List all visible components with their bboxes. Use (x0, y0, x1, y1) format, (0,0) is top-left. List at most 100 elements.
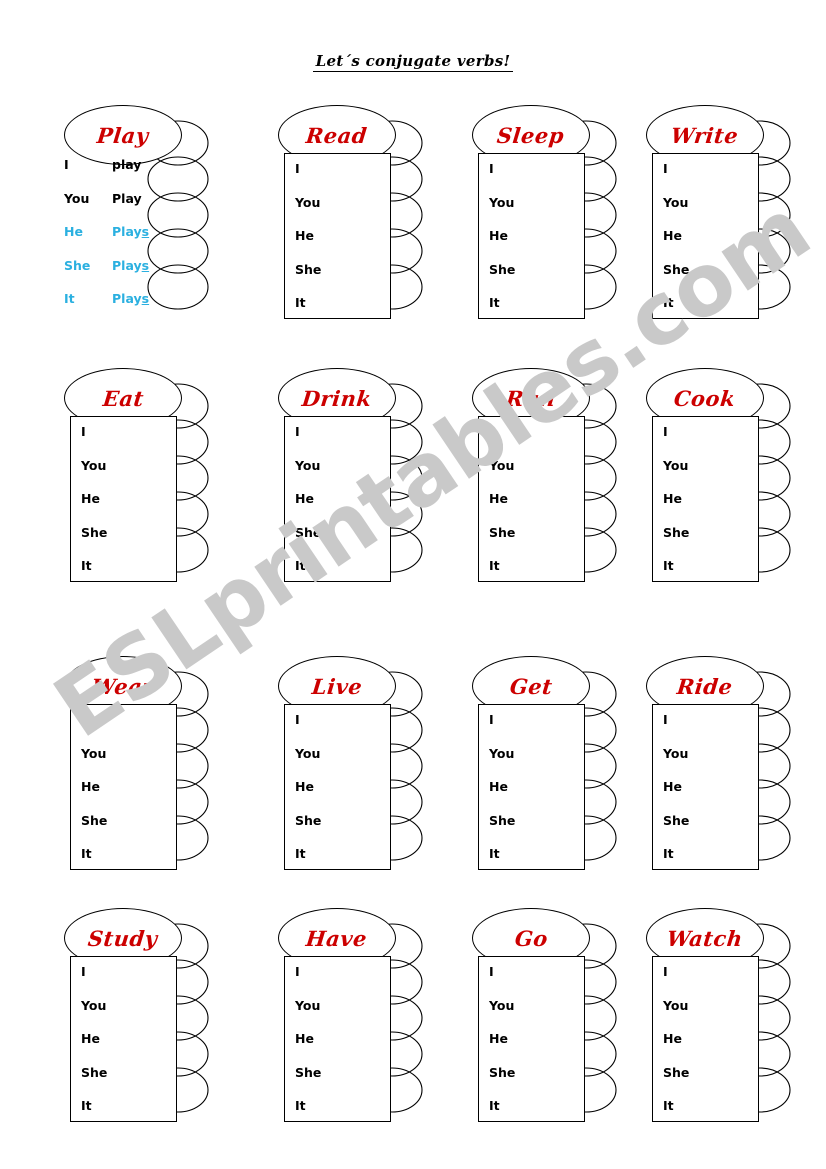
example-answer: Plays (112, 291, 150, 306)
pronoun-row: You (489, 745, 515, 761)
verb-label: Wear (90, 673, 156, 699)
conjugation-box[interactable]: I You He She It (652, 416, 759, 582)
verb-card-write: Write I You He She It (640, 105, 826, 355)
conjugation-box[interactable]: I You He She It (284, 153, 391, 319)
pronoun-row: I (295, 964, 300, 979)
pronoun-row: I (81, 964, 86, 979)
pronoun-row: She (663, 524, 690, 540)
pronoun-row: He (489, 779, 508, 794)
pronoun-row: It (489, 846, 500, 861)
pronoun-row: She (489, 261, 516, 277)
pronoun-row: I (663, 424, 668, 439)
conjugation-box[interactable]: I You He She It (652, 153, 759, 319)
pronoun-row: She (663, 812, 690, 828)
pronoun-row: You (295, 194, 321, 210)
conjugation-box[interactable]: I You He She It (478, 956, 585, 1122)
pronoun-row: She (663, 1064, 690, 1080)
verb-card-wear: Wear I You He She It (58, 656, 258, 906)
pronoun-row: It (295, 295, 306, 310)
pronoun-row: It (663, 295, 674, 310)
verb-card-live: Live I You He She It (272, 656, 472, 906)
verb-card-read: Read I You He She It (272, 105, 472, 355)
pronoun-row: He (489, 491, 508, 506)
pronoun-row: He (295, 491, 314, 506)
pronoun-row: She (295, 812, 322, 828)
pronoun-row: It (663, 558, 674, 573)
verb-label: Watch (665, 925, 745, 951)
example-pronoun: She (64, 257, 91, 273)
conjugation-box[interactable]: I You He She It (652, 956, 759, 1122)
pronoun-row: I (81, 424, 86, 439)
verb-label: Eat (101, 385, 145, 411)
verb-card-grid: Play Iplay You Play He Plays She Plays It Plays Re… (0, 0, 826, 1169)
verb-card-play: Play Iplay You Play He Plays She Plays It Plays (58, 105, 258, 355)
verb-card-cook: Cook I You He She It (640, 368, 826, 618)
pronoun-row: It (295, 558, 306, 573)
pronoun-row: She (295, 1064, 322, 1080)
pronoun-row: It (295, 1098, 306, 1113)
pronoun-row: He (489, 1031, 508, 1046)
example-answer: Plays (112, 224, 150, 239)
example-pronoun: I (64, 157, 69, 172)
pronoun-row: I (295, 712, 300, 727)
conjugation-box[interactable]: I You He She It (70, 956, 177, 1122)
verb-label: Study (86, 925, 160, 951)
pronoun-row: It (663, 846, 674, 861)
pronoun-row: I (489, 161, 494, 176)
pronoun-row: He (663, 779, 682, 794)
verb-card-watch: Watch I You He She It (640, 908, 826, 1158)
example-row: You Play (64, 190, 194, 227)
example-row: Iplay (64, 157, 194, 193)
pronoun-row: He (663, 228, 682, 243)
conjugation-box[interactable]: I You He She It (284, 956, 391, 1122)
pronoun-row: You (663, 745, 689, 761)
pronoun-row: You (295, 997, 321, 1013)
pronoun-row: She (81, 524, 108, 540)
pronoun-row: You (663, 997, 689, 1013)
verb-label: Ride (675, 673, 735, 699)
pronoun-row: She (663, 261, 690, 277)
pronoun-row: You (295, 457, 321, 473)
pronoun-row: You (489, 194, 515, 210)
pronoun-row: I (663, 161, 668, 176)
conjugation-box[interactable]: Iplay You Play He Plays She Plays It Plays (64, 157, 194, 329)
pronoun-row: You (489, 997, 515, 1013)
verb-label: Play (95, 122, 151, 148)
example-row: It Plays (64, 291, 194, 327)
pronoun-row: It (81, 846, 92, 861)
pronoun-row: It (489, 558, 500, 573)
pronoun-row: You (295, 745, 321, 761)
example-pronoun: He (64, 224, 83, 239)
example-answer: Play (112, 190, 142, 206)
pronoun-row: He (81, 779, 100, 794)
conjugation-box[interactable]: I You He She It (284, 416, 391, 582)
conjugation-box[interactable]: I You He She It (284, 704, 391, 870)
pronoun-row: He (489, 228, 508, 243)
pronoun-row: I (489, 424, 494, 439)
conjugation-box[interactable]: I You He She It (478, 153, 585, 319)
pronoun-row: He (295, 228, 314, 243)
pronoun-row: It (81, 1098, 92, 1113)
conjugation-box[interactable]: I You He She It (478, 416, 585, 582)
pronoun-row: I (663, 964, 668, 979)
verb-label: Have (305, 925, 369, 951)
pronoun-row: He (663, 1031, 682, 1046)
conjugation-box[interactable]: I You He She It (652, 704, 759, 870)
pronoun-row: I (295, 424, 300, 439)
pronoun-row: It (489, 295, 500, 310)
pronoun-row: You (81, 997, 107, 1013)
example-answer: play (112, 157, 142, 172)
example-row: She Plays (64, 257, 194, 294)
verb-oval-play: Play (64, 105, 182, 165)
verb-card-eat: Eat I You He She It (58, 368, 258, 618)
example-answer: Plays (112, 257, 150, 273)
conjugation-box[interactable]: I You He She It (70, 416, 177, 582)
pronoun-row: She (295, 524, 322, 540)
conjugation-box[interactable]: I You He She It (478, 704, 585, 870)
conjugation-box[interactable]: I You He She It (70, 704, 177, 870)
verb-card-study: Study I You He She It (58, 908, 258, 1158)
example-row: He Plays (64, 224, 194, 260)
pronoun-row: She (489, 524, 516, 540)
verb-label: Sleep (496, 122, 566, 148)
pronoun-row: She (81, 812, 108, 828)
